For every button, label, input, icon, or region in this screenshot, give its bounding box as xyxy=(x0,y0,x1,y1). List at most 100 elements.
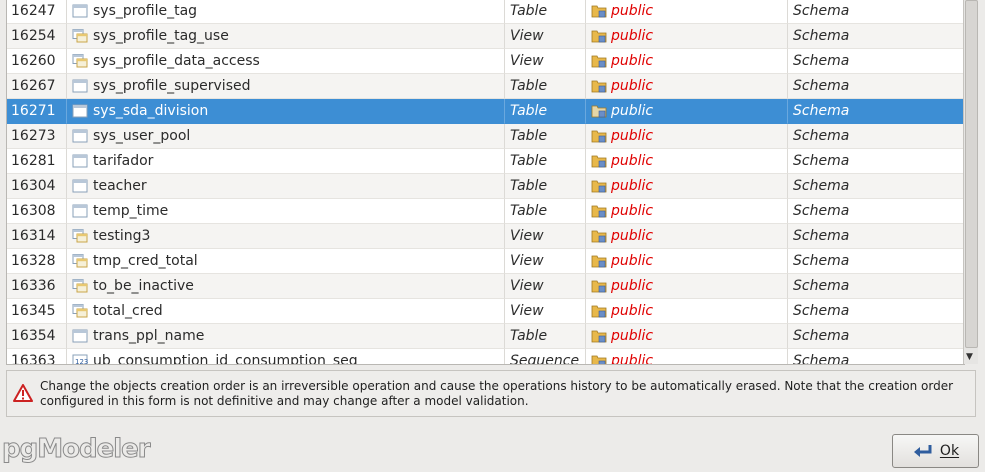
row-name: testing3 xyxy=(93,228,151,244)
row-parent-type: Schema xyxy=(788,349,964,364)
row-id: 16336 xyxy=(7,274,67,299)
row-schema: public xyxy=(611,53,654,69)
table-row[interactable]: 16267 sys_profile_supervised Table public Sc… xyxy=(7,74,964,99)
row-type: View xyxy=(505,249,586,274)
objects-order-table[interactable]: 16247 sys_profile_tag Table public Schema 162… xyxy=(6,0,965,365)
table-row[interactable]: 16336 to_be_inactive View public Schema xyxy=(7,274,964,299)
row-type: View xyxy=(505,224,586,249)
table-icon xyxy=(71,3,89,19)
table-row[interactable]: 16254 sys_profile_tag_use View public Schema xyxy=(7,24,964,49)
table-icon xyxy=(71,178,89,194)
schema-icon xyxy=(591,328,607,344)
row-name: sys_sda_division xyxy=(93,103,209,119)
table-row[interactable]: 16328 tmp_cred_total View public Schema xyxy=(7,249,964,274)
row-name: teacher xyxy=(93,178,147,194)
row-schema: public xyxy=(611,278,654,294)
row-name: temp_time xyxy=(93,203,169,219)
vertical-scrollbar[interactable]: ▼ xyxy=(963,0,978,364)
schema-icon xyxy=(591,103,607,119)
ok-button-label: Ok xyxy=(939,443,960,459)
row-type: Table xyxy=(505,0,586,24)
row-schema: public xyxy=(611,103,654,119)
row-type: Table xyxy=(505,74,586,99)
schema-icon xyxy=(591,303,607,319)
row-id: 16260 xyxy=(7,49,67,74)
row-id: 16308 xyxy=(7,199,67,224)
row-type: Table xyxy=(505,149,586,174)
sequence-icon: 123 xyxy=(71,353,89,365)
table-icon xyxy=(71,203,89,219)
table-row[interactable]: 16308 temp_time Table public Schema xyxy=(7,199,964,224)
table-row[interactable]: 16273 sys_user_pool Table public Schema xyxy=(7,124,964,149)
table-row[interactable]: 16345 total_cred View public Schema xyxy=(7,299,964,324)
table-icon xyxy=(71,153,89,169)
row-id: 16267 xyxy=(7,74,67,99)
row-id: 16271 xyxy=(7,99,67,124)
row-name: to_be_inactive xyxy=(93,278,194,294)
view-icon xyxy=(71,228,89,244)
svg-text:123: 123 xyxy=(75,358,88,365)
table-row[interactable]: 16281 tarifador Table public Schema xyxy=(7,149,964,174)
warning-alert: Change the objects creation order is an … xyxy=(6,370,976,417)
view-icon xyxy=(71,278,89,294)
row-schema: public xyxy=(611,128,654,144)
row-schema: public xyxy=(611,353,654,365)
row-id: 16304 xyxy=(7,174,67,199)
row-name: sys_profile_data_access xyxy=(93,53,260,69)
table-row[interactable]: 16354 trans_ppl_name Table public Schema xyxy=(7,324,964,349)
row-type: View xyxy=(505,49,586,74)
table-row[interactable]: 16363 123 ub_consumption_id_consumption_se… xyxy=(7,349,964,365)
row-parent-type: Schema xyxy=(788,174,964,199)
table-row[interactable]: 16304 teacher Table public Schema xyxy=(7,174,964,199)
table-icon xyxy=(71,78,89,94)
scroll-down-arrow-icon[interactable]: ▼ xyxy=(966,352,973,362)
row-id: 16281 xyxy=(7,149,67,174)
row-id: 16314 xyxy=(7,224,67,249)
view-icon xyxy=(71,53,89,69)
table-row[interactable]: 16260 sys_profile_data_access View public Sc… xyxy=(7,49,964,74)
row-id: 16363 xyxy=(7,349,67,364)
schema-icon xyxy=(591,353,607,364)
schema-icon xyxy=(591,128,607,144)
table-icon xyxy=(71,128,89,144)
row-parent-type: Schema xyxy=(788,74,964,99)
return-arrow-icon xyxy=(913,445,932,457)
view-icon xyxy=(71,253,89,269)
row-name: trans_ppl_name xyxy=(93,328,205,344)
view-icon xyxy=(71,303,89,319)
row-schema: public xyxy=(611,153,654,169)
ok-button[interactable]: Ok xyxy=(892,434,979,468)
row-schema: public xyxy=(611,228,654,244)
row-schema: public xyxy=(611,328,654,344)
row-parent-type: Schema xyxy=(788,199,964,224)
row-type: Sequence xyxy=(505,349,586,364)
row-parent-type: Schema xyxy=(788,299,964,324)
pgmodeler-logo: pgModeler xyxy=(2,434,152,465)
row-id: 16345 xyxy=(7,299,67,324)
row-parent-type: Schema xyxy=(788,124,964,149)
row-schema: public xyxy=(611,178,654,194)
scrollbar-thumb[interactable] xyxy=(965,0,978,348)
row-id: 16254 xyxy=(7,24,67,49)
row-name: sys_profile_supervised xyxy=(93,78,251,94)
row-name: sys_user_pool xyxy=(93,128,191,144)
table-row[interactable]: 16271 sys_sda_division Table public Schema xyxy=(7,99,964,124)
row-name: tmp_cred_total xyxy=(93,253,198,269)
row-name: sys_profile_tag_use xyxy=(93,28,229,44)
row-schema: public xyxy=(611,78,654,94)
table-row[interactable]: 16247 sys_profile_tag Table public Schema xyxy=(7,0,964,24)
row-parent-type: Schema xyxy=(788,0,964,24)
row-schema: public xyxy=(611,253,654,269)
schema-icon xyxy=(591,153,607,169)
row-name: ub_consumption_id_consumption_seq xyxy=(93,353,358,365)
row-type: Table xyxy=(505,199,586,224)
row-name: total_cred xyxy=(93,303,163,319)
warning-text: Change the objects creation order is an … xyxy=(40,379,954,408)
table-row[interactable]: 16314 testing3 View public Schema xyxy=(7,224,964,249)
row-name: sys_profile_tag xyxy=(93,3,198,19)
schema-icon xyxy=(591,253,607,269)
schema-icon xyxy=(591,203,607,219)
row-type: Table xyxy=(505,324,586,349)
row-schema: public xyxy=(611,3,654,19)
row-type: Table xyxy=(505,124,586,149)
